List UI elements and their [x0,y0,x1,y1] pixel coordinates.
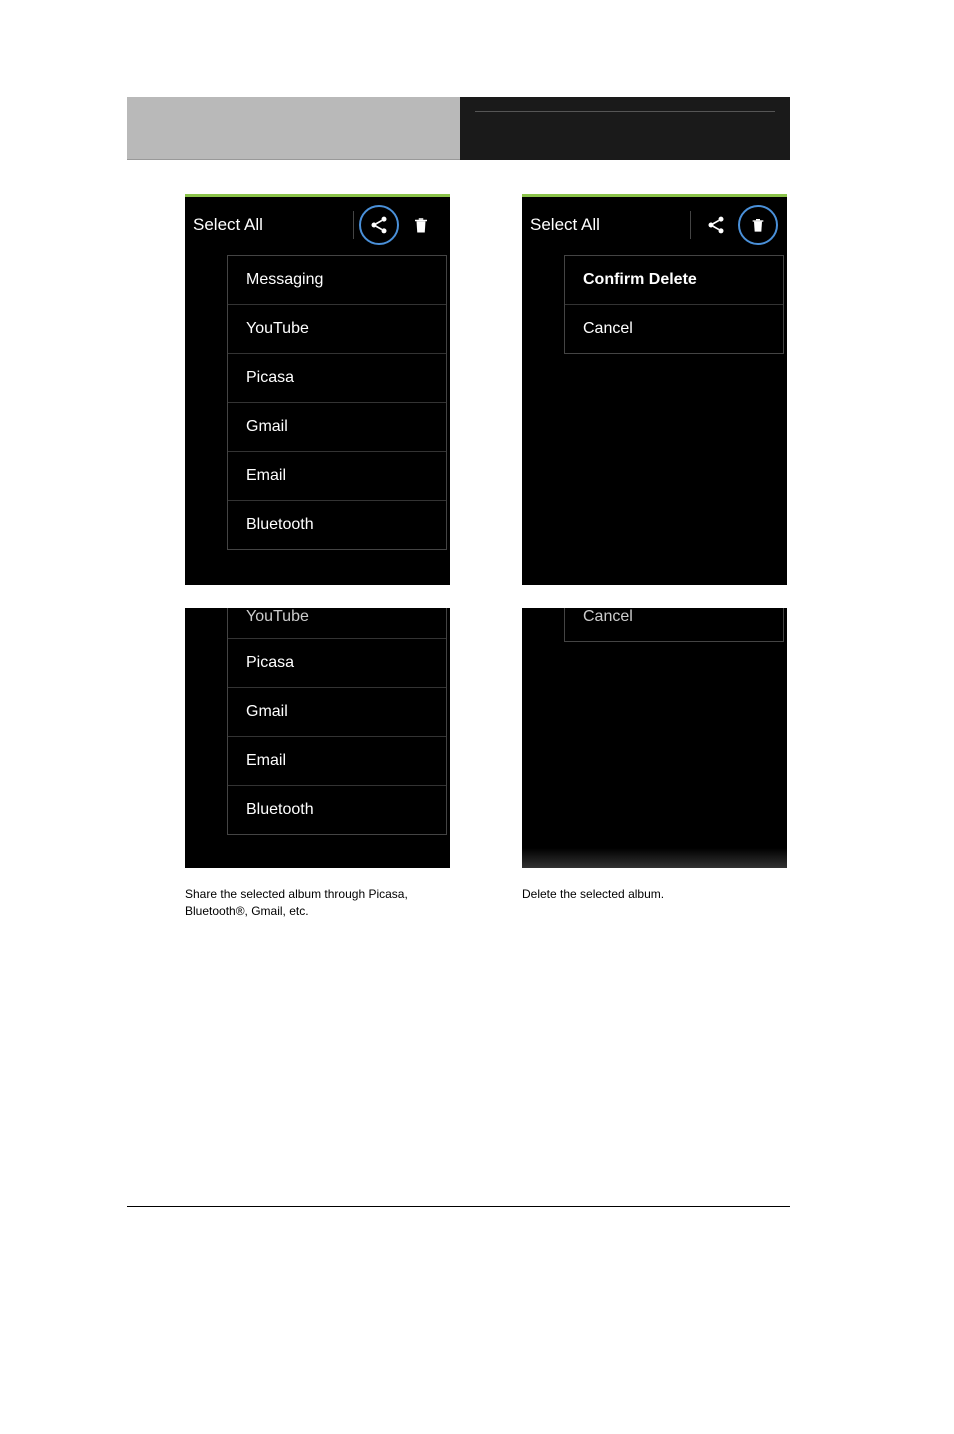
share-option-gmail[interactable]: Gmail [228,688,446,737]
share-option-gmail[interactable]: Gmail [228,403,446,452]
trash-icon [750,216,766,234]
toolbar-divider [353,211,354,239]
select-all-label[interactable]: Select All [193,215,349,235]
share-option-youtube[interactable]: YouTube [228,608,446,639]
header-divider [475,111,775,112]
select-all-label[interactable]: Select All [530,215,686,235]
cancel-option-partial[interactable]: Cancel [564,608,784,642]
selection-toolbar: Select All [185,197,450,252]
share-screenshot-top: Select All Messaging YouTube [185,194,450,585]
share-screenshot-bottom: YouTube Picasa Gmail Email Bluetooth [185,608,450,868]
header-tab-right [460,97,790,160]
delete-caption: Delete the selected album. [522,886,787,903]
share-icon [369,215,389,235]
confirm-delete-option[interactable]: Confirm Delete [565,256,783,305]
trash-icon [412,215,430,235]
share-option-bluetooth[interactable]: Bluetooth [228,786,446,834]
toolbar-divider [690,211,691,239]
share-option-email[interactable]: Email [228,737,446,786]
cancel-option[interactable]: Cancel [565,305,783,353]
delete-button[interactable] [400,204,442,246]
delete-button[interactable] [737,204,779,246]
share-menu: Messaging YouTube Picasa Gmail Email Blu… [227,255,447,550]
footer-divider [127,1206,790,1207]
share-option-email[interactable]: Email [228,452,446,501]
share-caption: Share the selected album through Picasa,… [185,886,450,920]
delete-screenshot-bottom: Cancel [522,608,787,868]
share-option-bluetooth[interactable]: Bluetooth [228,501,446,549]
share-option-picasa[interactable]: Picasa [228,354,446,403]
header-bar [127,97,790,160]
delete-menu: Confirm Delete Cancel [564,255,784,354]
delete-icon-highlight [738,205,778,245]
share-icon [706,215,726,235]
selection-toolbar: Select All [522,197,787,252]
share-button[interactable] [358,204,400,246]
share-icon-highlight [359,205,399,245]
share-option-picasa[interactable]: Picasa [228,639,446,688]
share-menu-scrolled: YouTube Picasa Gmail Email Bluetooth [227,608,447,835]
share-button[interactable] [695,204,737,246]
gradient-edge [522,848,787,868]
share-option-youtube[interactable]: YouTube [228,305,446,354]
header-tab-left [127,97,460,160]
share-option-messaging[interactable]: Messaging [228,256,446,305]
delete-screenshot-top: Select All Confirm Delete Cancel [522,194,787,585]
